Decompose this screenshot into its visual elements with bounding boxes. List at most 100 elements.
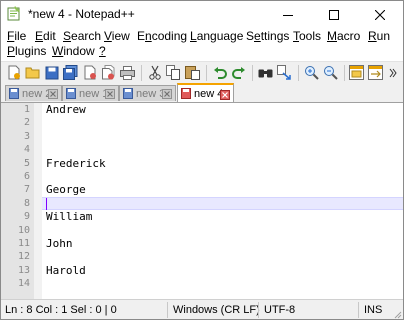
replace-icon: [277, 65, 291, 80]
editor-line[interactable]: 6: [1, 170, 403, 183]
line-number: 7: [23, 184, 30, 196]
zoom-in-icon: [305, 66, 319, 80]
menu-search[interactable]: Search: [63, 29, 101, 44]
notepadpp-window: *new 4 - Notepad++ File Edit Search View…: [0, 0, 404, 320]
close-all-button[interactable]: [100, 64, 117, 81]
line-number: 1: [23, 104, 30, 115]
editor-line[interactable]: 13 Harold: [1, 264, 403, 277]
zoom-in-button[interactable]: [303, 64, 320, 81]
toolbar-separator: [344, 65, 345, 81]
tab-new-2[interactable]: new 2: [5, 85, 62, 101]
print-button[interactable]: [119, 64, 136, 81]
toolbar-separator: [206, 65, 207, 81]
resize-grip-icon[interactable]: [392, 309, 402, 319]
editor-line-current[interactable]: 8: [1, 196, 403, 211]
line-number: 12: [17, 251, 30, 263]
new-file-button[interactable]: [5, 64, 22, 81]
redo-button[interactable]: [230, 64, 247, 81]
file-saved-icon: [9, 88, 19, 99]
line-number: 5: [23, 157, 30, 169]
cut-icon: [148, 65, 161, 80]
editor-line[interactable]: 3: [1, 130, 403, 143]
paste-button[interactable]: [184, 64, 201, 81]
line-number: 14: [17, 278, 30, 290]
tab-new-4[interactable]: new 4: [177, 83, 234, 102]
editor-line[interactable]: 14: [1, 277, 403, 290]
close-file-button[interactable]: [81, 64, 98, 81]
maximize-icon: [329, 9, 339, 20]
line-text: Frederick: [46, 156, 106, 170]
copy-button[interactable]: [165, 64, 182, 81]
tab-new-1[interactable]: new 1: [62, 85, 119, 101]
open-file-icon: [25, 67, 40, 79]
find-button[interactable]: [257, 64, 274, 81]
text-editor[interactable]: 1 Andrew 2 3 4 5 Frederick 6 7 George 8 9 Wi…: [1, 103, 403, 299]
sync-vertical-button[interactable]: [348, 64, 365, 81]
notepadpp-icon: [7, 6, 20, 21]
menu-settings[interactable]: Settings: [246, 29, 289, 44]
editor-line[interactable]: 10: [1, 224, 403, 237]
maximize-button[interactable]: [311, 1, 357, 28]
file-saved-icon: [66, 88, 76, 99]
editor-line[interactable]: 11 John: [1, 237, 403, 250]
line-number: 8: [23, 197, 30, 209]
status-separator: [358, 302, 359, 318]
cursor-position: Ln : 8 Col : 1 Sel : 0 | 0: [5, 304, 117, 316]
line-number: 13: [17, 264, 30, 276]
menu-help[interactable]: ?: [99, 44, 106, 59]
editor-line[interactable]: 9 William: [1, 210, 403, 223]
open-file-button[interactable]: [24, 64, 41, 81]
save-all-button[interactable]: [62, 64, 79, 81]
editor-line[interactable]: 7 George: [1, 183, 403, 196]
editor-line[interactable]: 1 Andrew: [1, 103, 403, 116]
tab-close-icon[interactable]: [162, 89, 172, 99]
menu-tools[interactable]: Tools: [293, 29, 321, 44]
eol-format[interactable]: Windows (CR LF): [173, 304, 260, 316]
menu-bar: File Edit Search View Encoding Language …: [1, 28, 403, 60]
sync-horizontal-button[interactable]: [367, 64, 384, 81]
editor-line[interactable]: 4: [1, 143, 403, 156]
close-file-icon: [84, 65, 96, 80]
toolbar-overflow-button[interactable]: [387, 64, 399, 81]
menu-run[interactable]: Run: [368, 29, 390, 44]
editor-line[interactable]: 5 Frederick: [1, 157, 403, 170]
tab-close-icon[interactable]: [105, 89, 115, 99]
copy-icon: [166, 65, 180, 80]
tab-new-3[interactable]: new 3: [119, 85, 176, 101]
cut-button[interactable]: [146, 64, 163, 81]
save-all-icon: [63, 65, 78, 80]
tab-close-icon[interactable]: [220, 90, 230, 100]
line-number: 4: [23, 144, 30, 156]
replace-button[interactable]: [276, 64, 293, 81]
zoom-out-button[interactable]: [322, 64, 339, 81]
file-encoding[interactable]: UTF-8: [264, 304, 295, 316]
close-window-button[interactable]: [357, 1, 403, 28]
menu-plugins[interactable]: Plugins: [7, 44, 46, 59]
menu-encoding[interactable]: Encoding: [137, 29, 187, 44]
menu-language[interactable]: Language: [190, 29, 243, 44]
toolbar-separator: [141, 65, 142, 81]
tab-label: new 3: [136, 87, 166, 100]
menu-macro[interactable]: Macro: [327, 29, 360, 44]
sync-horizontal-icon: [368, 65, 383, 80]
insert-mode[interactable]: INS: [364, 304, 382, 316]
editor-line[interactable]: 2: [1, 116, 403, 129]
line-text: Harold: [46, 263, 86, 277]
minimize-button[interactable]: [265, 1, 311, 28]
line-number: 6: [23, 170, 30, 182]
menu-window[interactable]: Window: [52, 44, 95, 59]
tab-close-icon[interactable]: [48, 89, 58, 99]
editor-line[interactable]: 12: [1, 250, 403, 263]
file-saved-icon: [123, 88, 133, 99]
file-unsaved-icon: [181, 88, 191, 99]
menu-file[interactable]: File: [7, 29, 26, 44]
undo-button[interactable]: [211, 64, 228, 81]
line-text: George: [46, 183, 86, 197]
save-button[interactable]: [43, 64, 60, 81]
menu-view[interactable]: View: [104, 29, 130, 44]
line-number: 11: [17, 237, 30, 249]
toolbar-separator: [298, 65, 299, 81]
menu-edit[interactable]: Edit: [35, 29, 56, 44]
tab-label: new 1: [79, 87, 109, 100]
tab-label: new 4: [194, 87, 224, 100]
